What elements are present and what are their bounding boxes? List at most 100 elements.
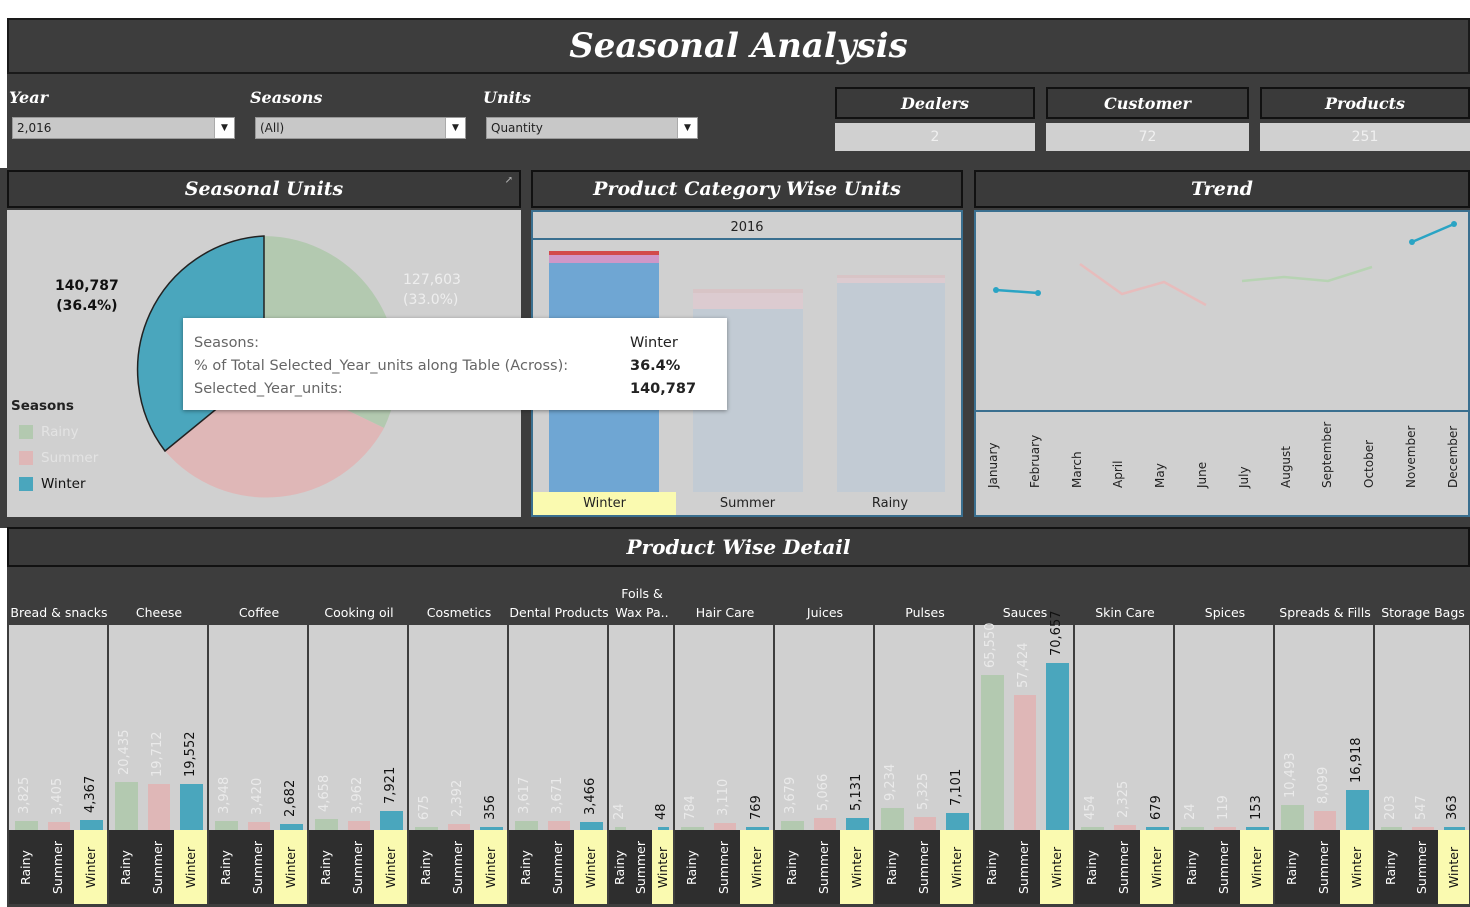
units-select[interactable]: Quantity ▼ — [486, 117, 698, 139]
season-axis-label[interactable]: Winter — [1340, 830, 1373, 904]
season-axis-label[interactable]: Summer — [541, 830, 575, 904]
bar-summer[interactable] — [247, 821, 271, 830]
trend-point[interactable] — [1409, 239, 1415, 245]
bar-summer[interactable] — [1313, 810, 1337, 830]
season-axis-label[interactable]: Summer — [1307, 830, 1341, 904]
season-axis-label[interactable]: Winter — [651, 830, 673, 904]
bar-winter[interactable] — [846, 817, 869, 830]
bar-summer[interactable] — [547, 821, 571, 830]
season-axis-label[interactable]: Winter — [274, 830, 307, 904]
season-axis-label[interactable]: Rainy — [309, 830, 342, 904]
season-axis-label[interactable]: Rainy — [1275, 830, 1308, 904]
season-axis-label[interactable]: Rainy — [775, 830, 808, 904]
bar-segment[interactable] — [693, 289, 803, 293]
bar-rainy[interactable] — [515, 821, 538, 830]
legend-item-winter[interactable]: Winter — [19, 476, 86, 492]
popout-icon[interactable]: ↗ — [505, 175, 513, 186]
column-label-summer[interactable]: Summer — [676, 492, 819, 515]
bar-segment[interactable] — [837, 275, 945, 278]
season-axis-label[interactable]: Summer — [1207, 830, 1241, 904]
bar-segment[interactable] — [837, 278, 945, 283]
season-axis-label[interactable]: Winter — [174, 830, 207, 904]
season-axis-label[interactable]: Winter — [74, 830, 107, 904]
bar-winter[interactable] — [946, 813, 969, 830]
season-axis-label[interactable]: Winter — [940, 830, 973, 904]
bar-summer[interactable] — [347, 820, 371, 830]
season-axis-label[interactable]: Rainy — [675, 830, 708, 904]
bar-rainy[interactable] — [1281, 805, 1304, 830]
season-axis-label[interactable]: Summer — [441, 830, 475, 904]
season-axis-label[interactable]: Winter — [1240, 830, 1273, 904]
season-axis-label[interactable]: Rainy — [875, 830, 908, 904]
season-axis-label[interactable]: Rainy — [409, 830, 442, 904]
season-axis-label[interactable]: Summer — [907, 830, 941, 904]
season-axis-label[interactable]: Summer — [1107, 830, 1141, 904]
season-axis-label[interactable]: Rainy — [209, 830, 242, 904]
chevron-down-icon[interactable]: ▼ — [445, 118, 465, 138]
bar-rainy[interactable] — [115, 781, 138, 830]
trend-line-summer[interactable] — [1079, 262, 1207, 307]
bar-winter[interactable] — [380, 811, 403, 830]
bar-summer[interactable] — [147, 783, 171, 830]
column-label-rainy[interactable]: Rainy — [819, 492, 961, 515]
trend-line-winter-end[interactable] — [1411, 222, 1455, 244]
season-axis-label[interactable]: Winter — [1437, 830, 1469, 904]
column-label-winter[interactable]: Winter — [533, 492, 676, 515]
bar-rainy[interactable] — [781, 821, 804, 830]
chevron-down-icon[interactable]: ▼ — [677, 118, 697, 138]
trend-point[interactable] — [993, 287, 999, 293]
season-axis-label[interactable]: Summer — [341, 830, 375, 904]
season-axis-label[interactable]: Winter — [374, 830, 407, 904]
season-axis-label[interactable]: Rainy — [1175, 830, 1208, 904]
bar-segment[interactable] — [549, 251, 659, 255]
bar-rainy[interactable] — [881, 808, 904, 830]
season-axis-label[interactable]: Winter — [1040, 830, 1073, 904]
bar-winter[interactable] — [580, 821, 603, 830]
season-axis-label[interactable]: Winter — [740, 830, 773, 904]
trend-point[interactable] — [1035, 290, 1041, 296]
bar-summer[interactable] — [47, 821, 71, 830]
season-axis-label[interactable]: Rainy — [109, 830, 142, 904]
bar-winter[interactable] — [1346, 790, 1369, 830]
bar-summer[interactable] — [813, 818, 837, 830]
bar-segment[interactable] — [549, 255, 659, 263]
season-axis-label[interactable]: Summer — [41, 830, 75, 904]
bar-winter[interactable] — [1046, 663, 1069, 830]
trend-line-rainy[interactable] — [1241, 265, 1373, 283]
chevron-down-icon[interactable]: ▼ — [214, 118, 234, 138]
bar-rainy[interactable] — [15, 820, 38, 830]
bar-summer[interactable] — [913, 817, 937, 830]
bar-segment[interactable] — [693, 293, 803, 309]
bar-rainy[interactable] — [215, 820, 238, 830]
season-axis-label[interactable]: Summer — [1007, 830, 1041, 904]
seasons-select[interactable]: (All) ▼ — [255, 117, 466, 139]
season-axis-label[interactable]: Summer — [1406, 830, 1438, 904]
bar-rainy[interactable] — [315, 819, 338, 830]
season-axis-label[interactable]: Rainy — [509, 830, 542, 904]
trend-line-winter-start[interactable] — [995, 288, 1039, 295]
bar-segment[interactable] — [837, 283, 945, 492]
year-select[interactable]: 2,016 ▼ — [12, 117, 235, 139]
season-axis-label[interactable]: Winter — [574, 830, 607, 904]
season-axis-label[interactable]: Rainy — [975, 830, 1008, 904]
season-axis-label[interactable]: Summer — [141, 830, 175, 904]
season-axis-label[interactable]: Rainy — [1375, 830, 1407, 904]
season-axis-label[interactable]: Winter — [474, 830, 507, 904]
season-axis-label[interactable]: Summer — [807, 830, 841, 904]
season-axis-label[interactable]: Summer — [630, 830, 652, 904]
legend-item-summer[interactable]: Summer — [19, 450, 98, 466]
bar-summer[interactable] — [713, 822, 737, 830]
season-axis-label[interactable]: Rainy — [9, 830, 42, 904]
season-axis-label[interactable]: Summer — [241, 830, 275, 904]
bar-winter[interactable] — [80, 819, 103, 830]
season-axis-label[interactable]: Summer — [707, 830, 741, 904]
season-axis-label[interactable]: Rainy — [609, 830, 631, 904]
legend-item-rainy[interactable]: Rainy — [19, 424, 79, 440]
bar-rainy[interactable] — [981, 675, 1004, 830]
season-axis-label[interactable]: Winter — [1140, 830, 1173, 904]
trend-point[interactable] — [1451, 221, 1457, 227]
season-axis-label[interactable]: Winter — [840, 830, 873, 904]
season-axis-label[interactable]: Rainy — [1075, 830, 1108, 904]
bar-summer[interactable] — [1013, 694, 1037, 830]
bar-winter[interactable] — [180, 783, 203, 830]
